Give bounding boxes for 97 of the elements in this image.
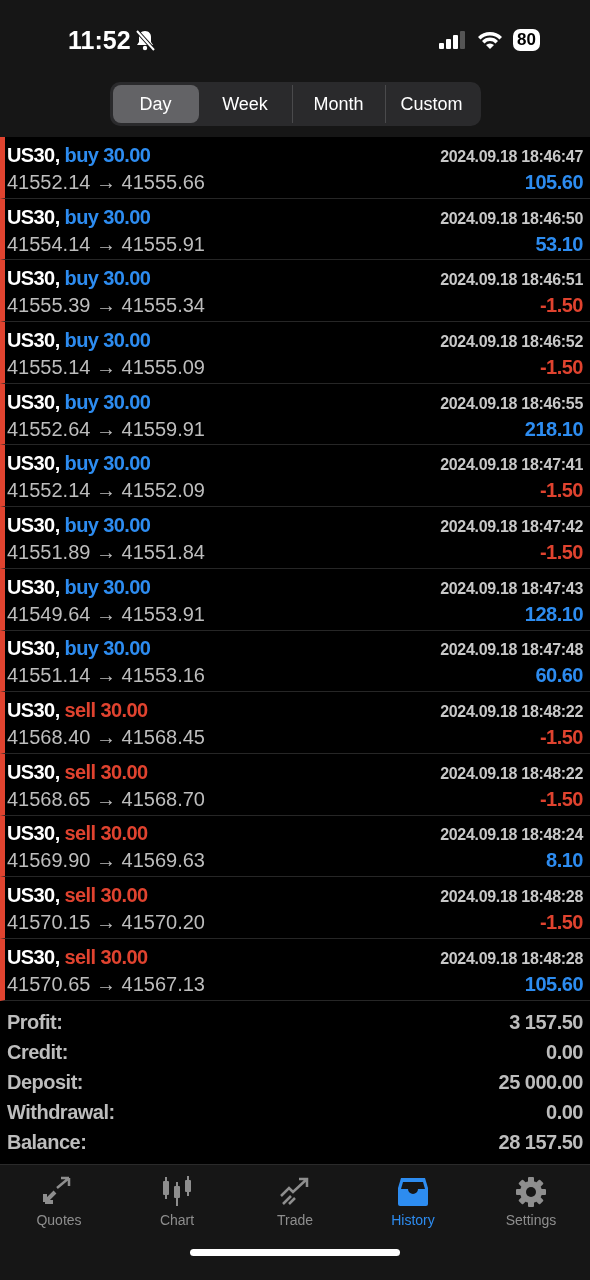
deal-row[interactable]: US30, sell 30.00 2024.09.18 18:48:28 41570.65 → 41567.13 105.60 <box>0 938 590 1001</box>
deal-row[interactable]: US30, buy 30.00 2024.09.18 18:46:51 41555.39 → 41555.34 -1.50 <box>0 260 590 323</box>
deal-title: US30, buy 30.00 <box>7 637 151 661</box>
deal-title: US30, sell 30.00 <box>7 760 148 784</box>
tab-bar-item[interactable]: Chart <box>127 1175 227 1229</box>
deal-time: 2024.09.18 18:46:50 <box>440 209 583 228</box>
deal-prices: 41570.15 → 41570.20 <box>7 911 205 935</box>
tab-bar-item[interactable]: Trade <box>245 1175 345 1229</box>
deal-time: 2024.09.18 18:47:42 <box>440 517 583 536</box>
deal-profit: -1.50 <box>539 911 583 935</box>
deal-row[interactable]: US30, buy 30.00 2024.09.18 18:47:41 41552.14 → 41552.09 -1.50 <box>0 445 590 508</box>
summary-label: Deposit: <box>7 1070 83 1095</box>
deal-profit: -1.50 <box>539 726 583 750</box>
deal-row[interactable]: US30, sell 30.00 2024.09.18 18:48:28 41570.15 → 41570.20 -1.50 <box>0 877 590 939</box>
period-tab[interactable]: Day <box>112 85 199 123</box>
period-tab[interactable]: Week <box>198 85 292 123</box>
deal-profit: 218.10 <box>524 417 583 441</box>
summary-value: 0.00 <box>546 1100 583 1125</box>
deal-profit: -1.50 <box>539 479 583 503</box>
deal-prices: 41569.90 → 41569.63 <box>7 849 205 873</box>
deal-title: US30, buy 30.00 <box>7 513 151 537</box>
period-tab[interactable]: Custom <box>384 85 478 123</box>
summary-label: Credit: <box>7 1040 68 1065</box>
deal-row[interactable]: US30, buy 30.00 2024.09.18 18:46:55 41552.64 → 41559.91 218.10 <box>0 383 590 446</box>
deal-time: 2024.09.18 18:46:51 <box>440 271 583 290</box>
deal-title: US30, sell 30.00 <box>7 699 148 723</box>
deal-title: US30, sell 30.00 <box>7 822 148 846</box>
deal-profit: 128.10 <box>524 602 583 626</box>
deal-profit: -1.50 <box>539 540 583 564</box>
deal-time: 2024.09.18 18:46:47 <box>440 147 583 166</box>
deal-time: 2024.09.18 18:46:52 <box>440 332 583 351</box>
clock-time: 11:52 <box>68 25 131 55</box>
deal-time: 2024.09.18 18:48:28 <box>440 888 583 907</box>
summary-value: 0.00 <box>546 1040 583 1065</box>
deal-title: US30, buy 30.00 <box>7 575 151 599</box>
deal-title: US30, buy 30.00 <box>7 390 151 414</box>
deal-profit: 60.60 <box>535 664 583 688</box>
deal-title: US30, buy 30.00 <box>7 143 151 167</box>
deal-title: US30, sell 30.00 <box>7 945 148 969</box>
deal-row[interactable]: US30, buy 30.00 2024.09.18 18:46:50 41554.14 → 41555.91 53.10 <box>0 198 590 261</box>
deal-prices: 41555.39 → 41555.34 <box>7 294 205 318</box>
deal-time: 2024.09.18 18:48:22 <box>440 764 583 783</box>
deal-time: 2024.09.18 18:46:55 <box>440 394 583 413</box>
deal-prices: 41555.14 → 41555.09 <box>7 355 205 379</box>
deal-prices: 41568.65 → 41568.70 <box>7 787 205 811</box>
deal-row[interactable]: US30, sell 30.00 2024.09.18 18:48:22 41568.40 → 41568.45 -1.50 <box>0 692 590 754</box>
summary-label: Profit: <box>7 1010 63 1035</box>
inbox-tray-icon <box>397 1176 429 1208</box>
deal-prices: 41554.14 → 41555.91 <box>7 232 205 256</box>
deal-row[interactable]: US30, sell 30.00 2024.09.18 18:48:22 41568.65 → 41568.70 -1.50 <box>0 753 590 816</box>
deal-title: US30, buy 30.00 <box>7 205 151 229</box>
deal-profit: -1.50 <box>539 787 583 811</box>
home-indicator[interactable] <box>190 1249 400 1256</box>
wifi-icon <box>477 31 504 49</box>
deal-row[interactable]: US30, buy 30.00 2024.09.18 18:46:47 41552.14 → 41555.66 105.60 <box>0 137 590 199</box>
deal-time: 2024.09.18 18:47:43 <box>440 579 583 598</box>
deal-row[interactable]: US30, buy 30.00 2024.09.18 18:47:42 41551.89 → 41551.84 -1.50 <box>0 507 590 569</box>
tab-bar-item[interactable]: History <box>363 1175 463 1229</box>
deal-row[interactable]: US30, buy 30.00 2024.09.18 18:47:48 41551.14 → 41553.16 60.60 <box>0 630 590 693</box>
deal-profit: 8.10 <box>546 849 583 873</box>
deal-prices: 41549.64 → 41553.91 <box>7 602 205 626</box>
signal-icon <box>439 31 468 49</box>
candlestick-icon <box>161 1176 193 1208</box>
summary-value: 3 157.50 <box>509 1010 583 1035</box>
deal-prices: 41570.65 → 41567.13 <box>7 972 205 996</box>
summary-value: 28 157.50 <box>498 1130 583 1155</box>
deal-profit: -1.50 <box>539 294 583 318</box>
period-tab[interactable]: Month <box>291 85 385 123</box>
tab-bar-item[interactable]: Settings <box>481 1175 581 1229</box>
deal-time: 2024.09.18 18:48:28 <box>440 949 583 968</box>
settings-icon <box>515 1176 547 1208</box>
deal-time: 2024.09.18 18:47:48 <box>440 641 583 660</box>
tab-bar-item[interactable]: Quotes <box>9 1175 109 1229</box>
deal-profit: 105.60 <box>524 972 583 996</box>
deal-prices: 41568.40 → 41568.45 <box>7 726 205 750</box>
deal-time: 2024.09.18 18:47:41 <box>440 456 583 475</box>
summary-value: 25 000.00 <box>498 1070 583 1095</box>
deal-title: US30, sell 30.00 <box>7 884 148 908</box>
deal-prices: 41552.14 → 41552.09 <box>7 479 205 503</box>
battery-indicator: 80 <box>513 29 540 51</box>
deal-row[interactable]: US30, sell 30.00 2024.09.18 18:48:24 41569.90 → 41569.63 8.10 <box>0 815 590 878</box>
summary-label: Withdrawal: <box>7 1100 115 1125</box>
deal-prices: 41552.64 → 41559.91 <box>7 417 205 441</box>
deal-profit: 53.10 <box>535 232 583 256</box>
deal-title: US30, buy 30.00 <box>7 452 151 476</box>
deal-title: US30, buy 30.00 <box>7 328 151 352</box>
deal-profit: 105.60 <box>524 170 583 194</box>
deal-prices: 41551.14 → 41553.16 <box>7 664 205 688</box>
summary-label: Balance: <box>7 1130 87 1155</box>
deal-row[interactable]: US30, buy 30.00 2024.09.18 18:47:43 41549.64 → 41553.91 128.10 <box>0 568 590 631</box>
deal-prices: 41552.14 → 41555.66 <box>7 170 205 194</box>
deal-title: US30, buy 30.00 <box>7 267 151 291</box>
deal-time: 2024.09.18 18:48:22 <box>440 703 583 722</box>
deal-prices: 41551.89 → 41551.84 <box>7 540 205 564</box>
deal-row[interactable]: US30, buy 30.00 2024.09.18 18:46:52 41555.14 → 41555.09 -1.50 <box>0 322 590 384</box>
deal-time: 2024.09.18 18:48:24 <box>440 826 583 845</box>
deal-profit: -1.50 <box>539 355 583 379</box>
